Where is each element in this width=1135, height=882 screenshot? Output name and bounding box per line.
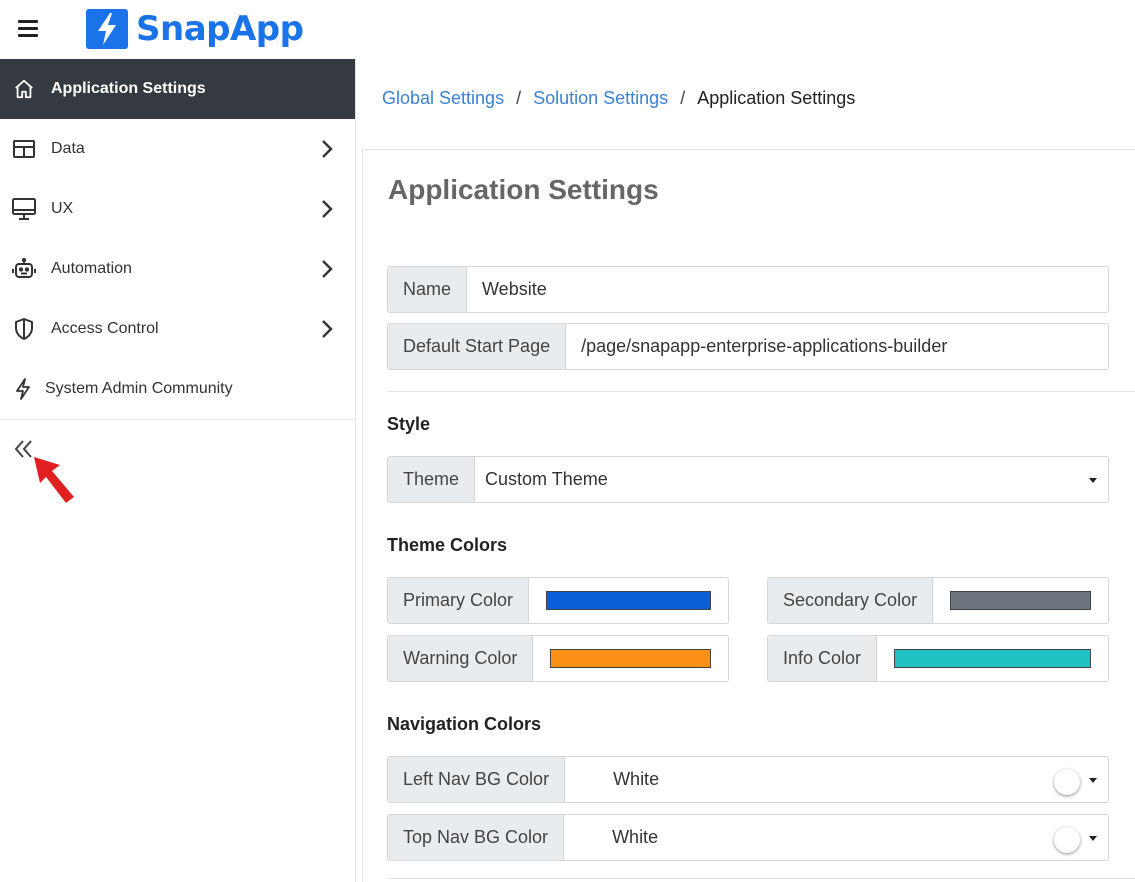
robot-icon <box>12 257 36 281</box>
info-color-swatch <box>894 649 1091 668</box>
left-nav-bg-color-field-group: Left Nav BG Color White <box>387 756 1109 803</box>
navigation-colors-section-title: Navigation Colors <box>387 714 542 734</box>
sidebar-item-ux[interactable]: UX <box>0 179 355 239</box>
theme-label: Theme <box>388 457 476 502</box>
warning-color-picker[interactable] <box>533 636 728 681</box>
sidebar-item-access-control[interactable]: Access Control <box>0 299 355 359</box>
name-input[interactable]: Website <box>467 267 1108 312</box>
primary-color-swatch <box>546 591 711 610</box>
lightning-logo-icon <box>86 9 128 49</box>
caret-down-icon <box>1089 836 1097 841</box>
primary-color-field-group: Primary Color <box>387 577 729 624</box>
breadcrumb-link-global-settings[interactable]: Global Settings <box>382 88 504 109</box>
sidebar-divider <box>0 419 355 420</box>
breadcrumb-link-solution-settings[interactable]: Solution Settings <box>533 88 668 109</box>
top-bar: SnapApp <box>0 0 1135 59</box>
chevron-right-icon <box>322 320 333 338</box>
color-toggle-knob[interactable] <box>1054 827 1080 853</box>
home-icon <box>12 77 36 101</box>
bolt-icon <box>14 377 32 401</box>
secondary-color-label: Secondary Color <box>768 578 934 623</box>
warning-color-field-group: Warning Color <box>387 635 729 682</box>
info-color-field-group: Info Color <box>767 635 1109 682</box>
table-icon <box>12 137 36 161</box>
top-nav-bg-color-value: White <box>612 827 659 847</box>
theme-colors-section-title: Theme Colors <box>387 535 508 555</box>
sidebar-item-label: Access Control <box>51 320 159 337</box>
warning-color-swatch <box>550 649 711 668</box>
hamburger-menu-icon[interactable] <box>18 20 38 37</box>
sidebar-item-label: Data <box>51 140 85 157</box>
sidebar-item-automation[interactable]: Automation <box>0 239 355 299</box>
warning-color-label: Warning Color <box>388 636 534 681</box>
sidebar: Application Settings Data UX Automation <box>0 59 356 882</box>
caret-down-icon <box>1089 478 1097 483</box>
monitor-icon <box>12 197 36 221</box>
app-logo[interactable]: SnapApp <box>86 8 304 50</box>
app-name: SnapApp <box>136 9 304 49</box>
top-nav-bg-color-label: Top Nav BG Color <box>388 815 565 860</box>
theme-select-value: Custom Theme <box>485 469 608 489</box>
sidebar-item-label: Automation <box>51 260 132 277</box>
secondary-color-picker[interactable] <box>933 578 1108 623</box>
theme-select[interactable]: Custom Theme <box>475 457 1108 502</box>
top-nav-bg-color-field-group: Top Nav BG Color White <box>387 814 1109 861</box>
sidebar-item-data[interactable]: Data <box>0 119 355 179</box>
caret-down-icon <box>1089 778 1097 783</box>
default-start-page-field-group: Default Start Page /page/snapapp-enterpr… <box>387 323 1109 370</box>
sidebar-item-label: Application Settings <box>51 80 206 97</box>
sidebar-item-label: UX <box>51 200 74 217</box>
name-field-group: Name Website <box>387 266 1109 313</box>
page-title: Application Settings <box>388 174 659 205</box>
sidebar-item-label: System Admin Community <box>45 380 233 397</box>
chevron-right-icon <box>322 140 333 158</box>
sidebar-item-application-settings[interactable]: Application Settings <box>0 59 355 119</box>
shield-icon <box>12 317 36 341</box>
chevron-right-icon <box>322 200 333 218</box>
color-toggle-knob[interactable] <box>1054 769 1080 795</box>
sidebar-item-system-admin-community[interactable]: System Admin Community <box>0 359 355 419</box>
section-divider <box>387 391 1135 392</box>
annotation-arrow-icon <box>34 457 74 503</box>
info-color-label: Info Color <box>768 636 878 681</box>
primary-color-picker[interactable] <box>529 578 728 623</box>
breadcrumb: Global Settings / Solution Settings / Ap… <box>382 88 855 109</box>
chevron-right-icon <box>322 260 333 278</box>
primary-color-label: Primary Color <box>388 578 530 623</box>
default-start-page-input[interactable]: /page/snapapp-enterprise-applications-bu… <box>566 324 1108 369</box>
secondary-color-field-group: Secondary Color <box>767 577 1109 624</box>
theme-field-group: Theme Custom Theme <box>387 456 1109 503</box>
left-nav-bg-color-label: Left Nav BG Color <box>388 757 566 802</box>
breadcrumb-current: Application Settings <box>697 88 856 108</box>
name-label: Name <box>388 267 468 312</box>
top-nav-bg-color-select[interactable]: White <box>564 815 1108 860</box>
breadcrumb-separator: / <box>680 88 686 108</box>
default-start-page-label: Default Start Page <box>388 324 567 369</box>
left-nav-bg-color-value: White <box>613 769 660 789</box>
info-color-picker[interactable] <box>877 636 1108 681</box>
section-divider <box>387 878 1135 879</box>
style-section-title: Style <box>387 414 431 434</box>
breadcrumb-separator: / <box>516 88 522 108</box>
left-nav-bg-color-select[interactable]: White <box>565 757 1108 802</box>
secondary-color-swatch <box>950 591 1091 610</box>
